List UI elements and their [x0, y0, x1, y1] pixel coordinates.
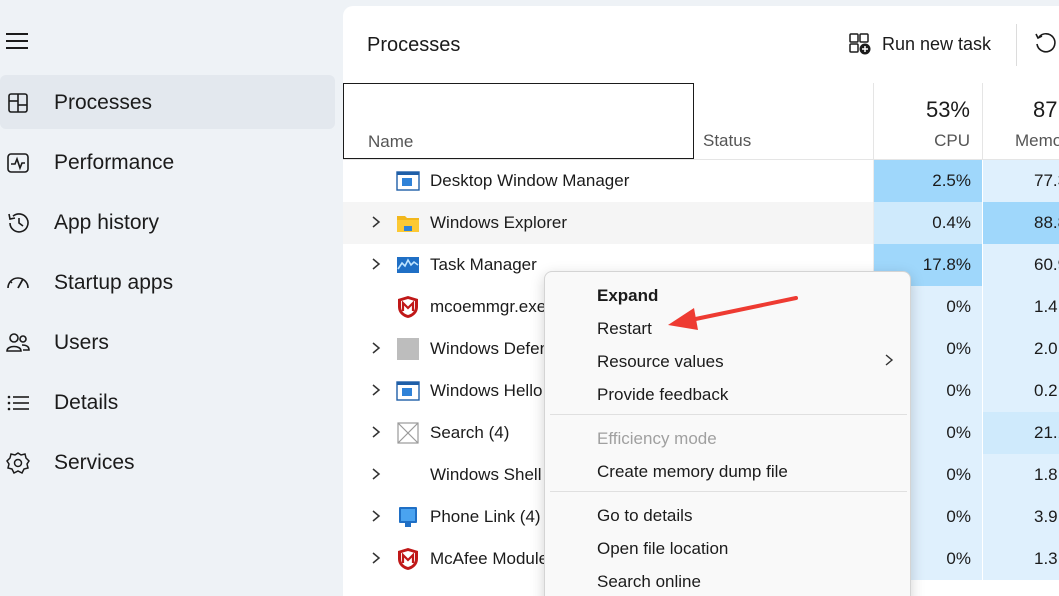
sidebar-item-label: Processes: [54, 91, 153, 114]
menu-item-go-to-details[interactable]: Go to details: [597, 506, 692, 526]
process-name: Task Manager: [430, 255, 537, 274]
process-status: [694, 160, 874, 202]
menu-separator: [550, 491, 907, 492]
run-new-task-icon: [849, 33, 871, 55]
column-header-status-label: Status: [703, 131, 752, 150]
menu-item-provide-feedback[interactable]: Provide feedback: [597, 385, 728, 405]
chevron-right-icon[interactable]: [369, 509, 383, 523]
sidebar-item-label: Users: [54, 331, 109, 354]
process-name: Windows Hello: [430, 381, 543, 400]
run-new-task-label: Run new task: [882, 33, 992, 54]
process-name: Phone Link (4): [430, 507, 541, 526]
chevron-right-icon[interactable]: [369, 551, 383, 565]
menu-item-open-file-location[interactable]: Open file location: [597, 539, 728, 559]
chevron-right-icon[interactable]: [369, 215, 383, 229]
process-memory: 77.3 I: [983, 160, 1059, 202]
process-name: mcoemmgr.exe: [430, 297, 547, 316]
column-header-status[interactable]: Status: [694, 83, 874, 159]
process-memory: 2.0 I: [983, 328, 1059, 370]
process-memory: 0.2 I: [983, 370, 1059, 412]
performance-icon: [7, 153, 29, 173]
task-manager-icon: [397, 257, 419, 273]
memory-total-percent: 87: [1033, 97, 1058, 122]
process-name: McAfee Module: [430, 549, 549, 568]
menu-item-restart[interactable]: Restart: [597, 319, 652, 339]
chevron-right-icon[interactable]: [369, 257, 383, 271]
menu-separator: [550, 414, 907, 415]
chevron-right-icon: [885, 354, 894, 366]
annotation-arrow-icon: [668, 296, 798, 330]
sidebar-item-label: Startup apps: [54, 271, 174, 294]
process-status: [694, 202, 874, 244]
chevron-right-icon[interactable]: [369, 467, 383, 481]
menu-item-expand[interactable]: Expand: [597, 286, 658, 306]
chevron-right-icon[interactable]: [369, 341, 383, 355]
defender-icon: [397, 338, 419, 360]
menu-item-resource-values[interactable]: Resource values: [597, 352, 724, 372]
sidebar-item-label: App history: [54, 211, 160, 234]
sidebar-item-details[interactable]: Details: [0, 375, 335, 429]
process-memory: 1.3 I: [983, 538, 1059, 580]
column-header-name[interactable]: Name: [343, 83, 694, 159]
sidebar-item-label: Details: [54, 391, 119, 414]
process-name: Search (4): [430, 423, 510, 442]
process-memory: 3.9 I: [983, 496, 1059, 538]
users-icon: [6, 333, 30, 352]
sidebar-item-services[interactable]: Services: [0, 435, 335, 489]
process-memory: 21.1 I: [983, 412, 1059, 454]
menu-item-search-online[interactable]: Search online: [597, 572, 701, 592]
processes-icon: [8, 93, 28, 113]
mcafee-icon: [398, 548, 418, 570]
sidebar-item-processes[interactable]: Processes: [0, 75, 335, 129]
process-name: Windows Shell: [430, 465, 542, 484]
sidebar-item-label: Performance: [54, 151, 175, 174]
hamburger-menu-icon[interactable]: [6, 30, 28, 50]
cpu-total-percent: 53%: [925, 97, 970, 122]
services-icon: [6, 452, 30, 475]
sidebar-item-app-history[interactable]: App history: [0, 195, 335, 249]
chevron-right-icon[interactable]: [369, 383, 383, 397]
dwm-icon: [396, 171, 420, 191]
process-cpu: 2.5%: [874, 160, 983, 202]
search-app-icon: [397, 422, 419, 444]
sidebar-item-label: Services: [54, 451, 135, 474]
sidebar-item-users[interactable]: Users: [0, 315, 335, 369]
app-history-icon: [8, 213, 29, 233]
process-name: Desktop Window Manager: [430, 171, 630, 190]
sidebar-item-startup-apps[interactable]: Startup apps: [0, 255, 335, 309]
sidebar-item-performance[interactable]: Performance: [0, 135, 335, 189]
folder-icon: [397, 216, 419, 232]
table-row[interactable]: Desktop Window Manager 2.5% 77.3 I: [343, 160, 1059, 202]
menu-item-efficiency-mode: Efficiency mode: [597, 429, 717, 448]
column-header-memory[interactable]: 87 Memo: [983, 83, 1059, 159]
toolbar-divider: [1016, 24, 1017, 66]
page-title: Processes: [367, 34, 461, 56]
column-header-memory-label: Memo: [1015, 131, 1059, 150]
process-memory: 88.8 I: [983, 202, 1059, 244]
process-memory: 1.4 I: [983, 286, 1059, 328]
process-memory: 60.9 I: [983, 244, 1059, 286]
column-header-cpu-label: CPU: [934, 131, 970, 150]
process-name: Windows Explorer: [430, 213, 567, 232]
run-new-task-button[interactable]: Run new task: [848, 30, 991, 58]
column-header-name-label: Name: [368, 132, 414, 151]
mcafee-icon: [398, 296, 418, 318]
process-memory: 1.8 I: [983, 454, 1059, 496]
details-icon: [7, 395, 29, 411]
phone-link-icon: [399, 507, 417, 527]
menu-item-create-memory-dump[interactable]: Create memory dump file: [597, 462, 788, 482]
sidebar: Processes Performance App history Startu…: [0, 0, 343, 596]
table-row[interactable]: Windows Explorer 0.4% 88.8 I: [343, 202, 1059, 244]
column-header-cpu[interactable]: 53% CPU: [874, 83, 983, 159]
process-cpu: 0.4%: [874, 202, 983, 244]
startup-apps-icon: [7, 277, 29, 289]
chevron-right-icon[interactable]: [369, 425, 383, 439]
hello-icon: [396, 381, 420, 401]
restart-task-icon[interactable]: [1033, 30, 1059, 56]
